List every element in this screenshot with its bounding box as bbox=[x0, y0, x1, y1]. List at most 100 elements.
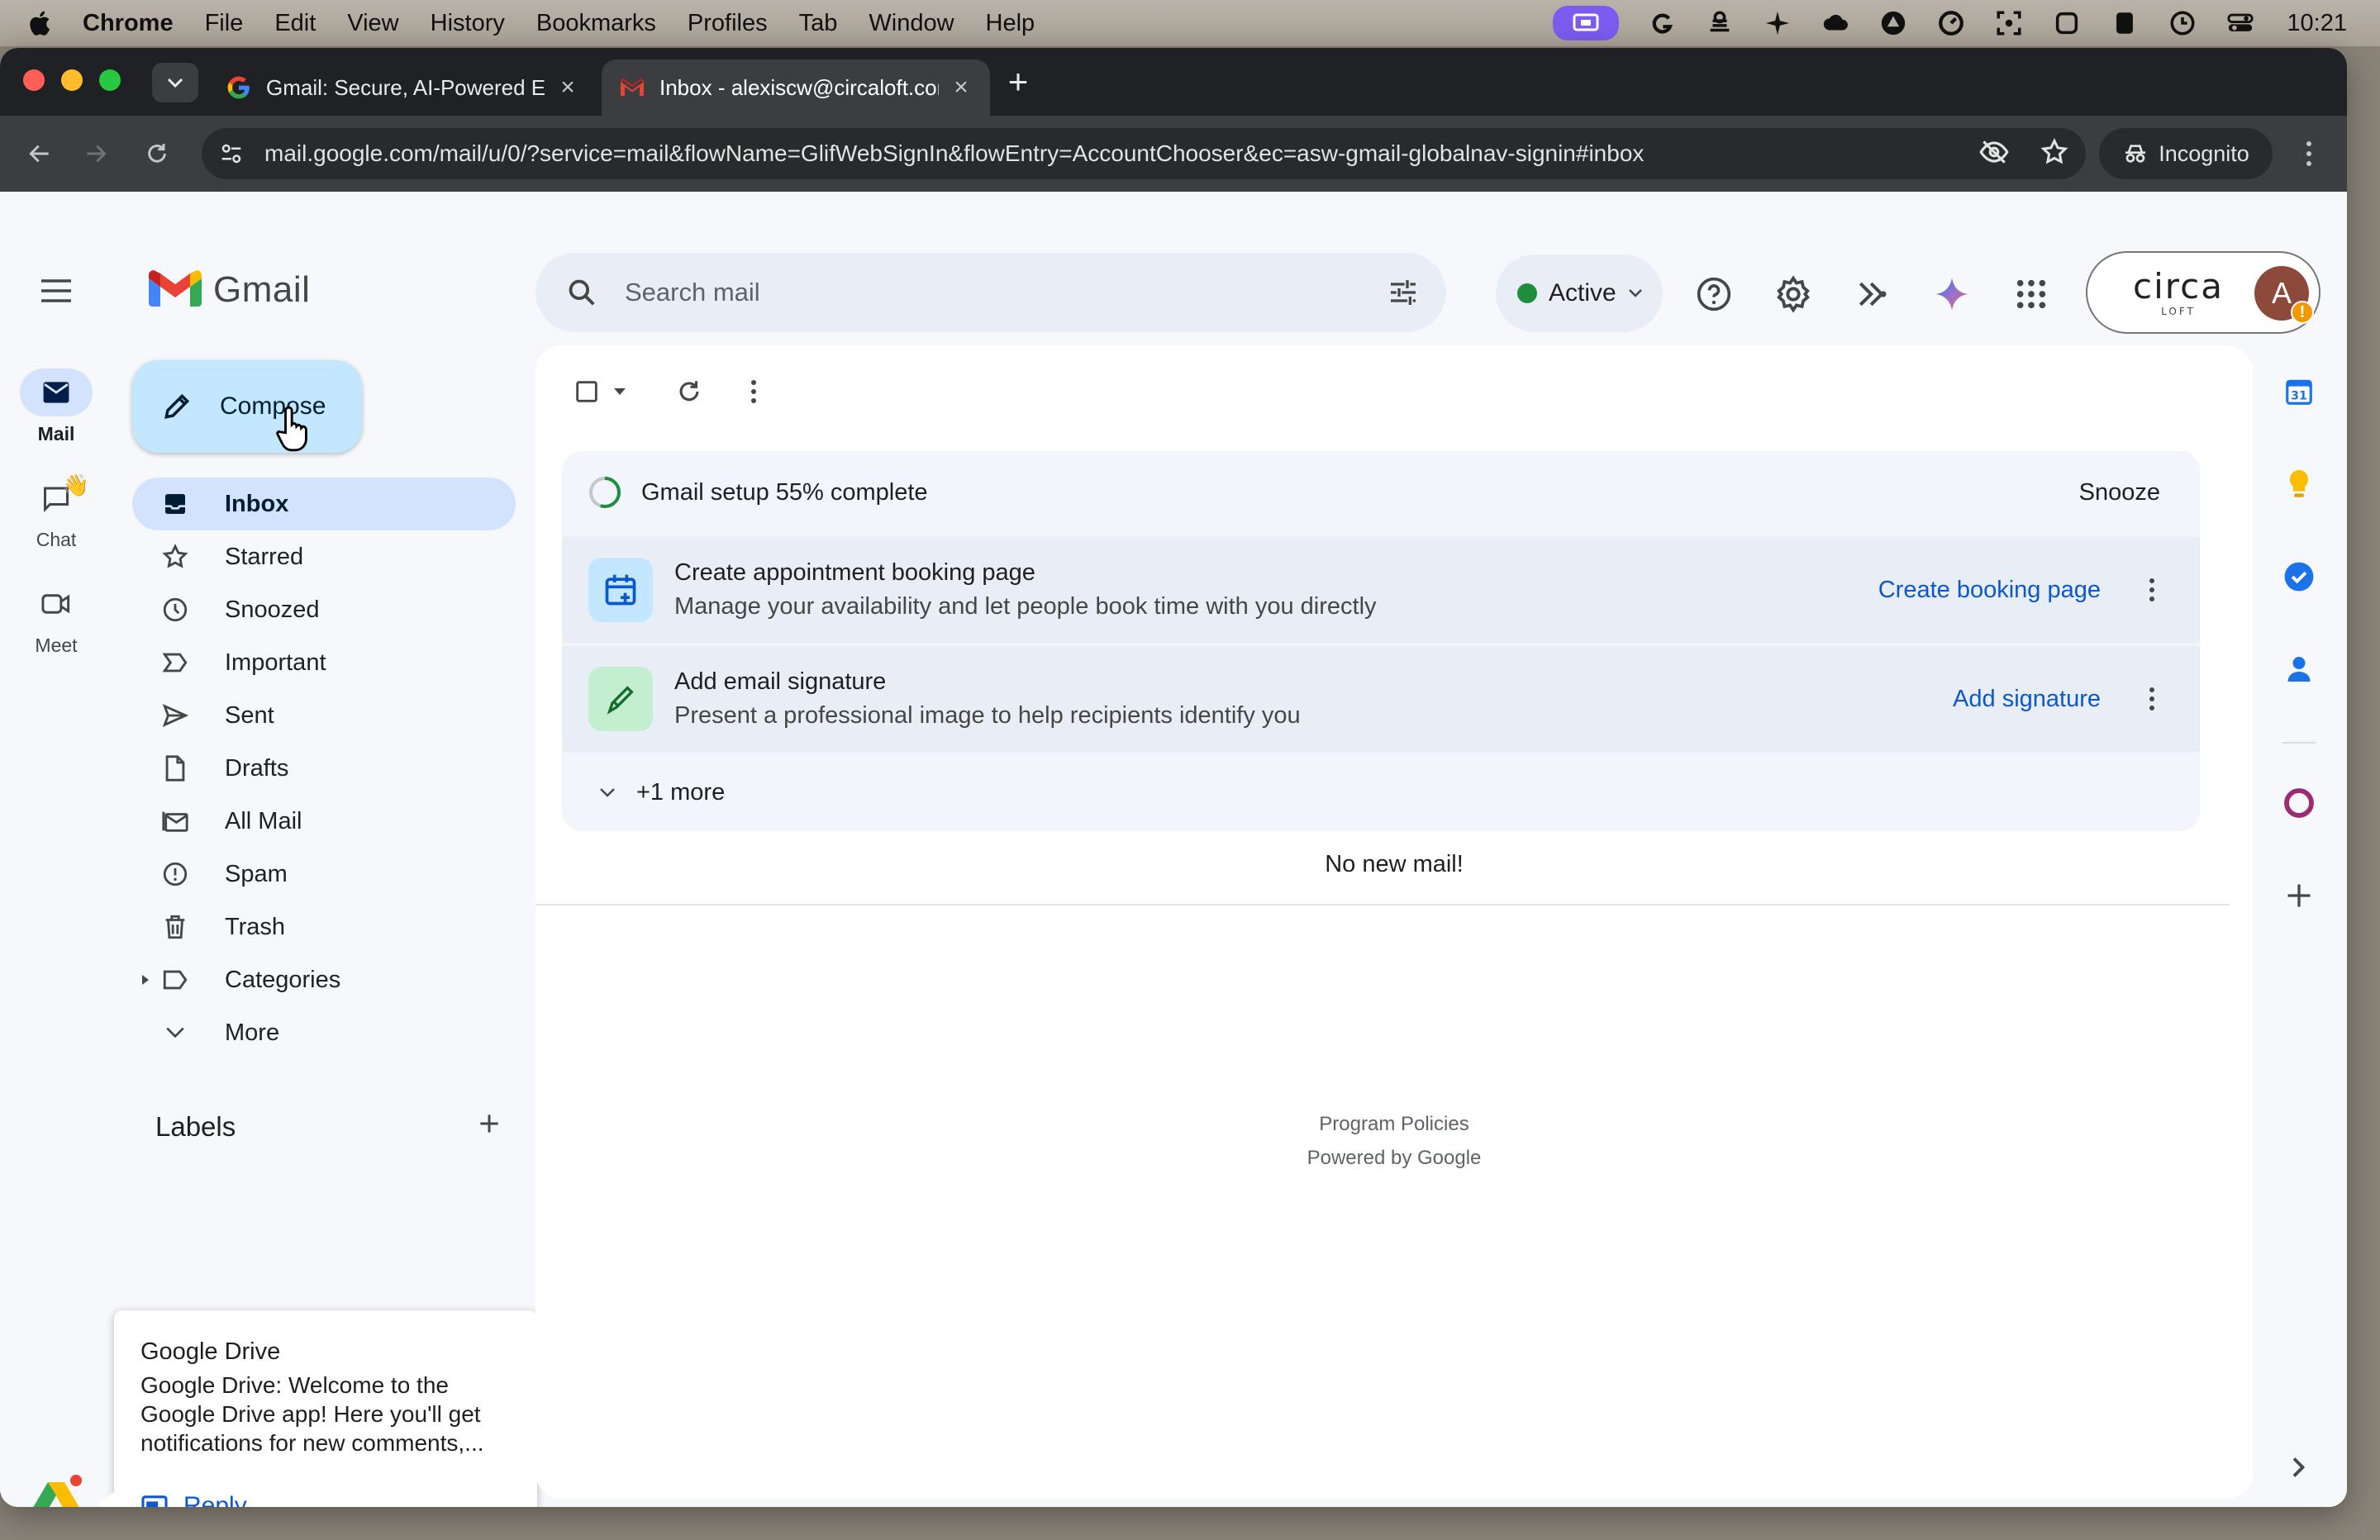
rail-chat[interactable]: 👋 Chat bbox=[8, 473, 104, 551]
menu-help[interactable]: Help bbox=[986, 10, 1035, 37]
contacts-icon[interactable] bbox=[2279, 649, 2319, 689]
nav-spam[interactable]: Spam bbox=[132, 848, 516, 901]
menu-view[interactable]: View bbox=[347, 10, 398, 37]
close-window-button[interactable] bbox=[23, 69, 45, 91]
search-input[interactable] bbox=[625, 278, 1335, 307]
get-addons-button[interactable] bbox=[2279, 876, 2319, 915]
menu-history[interactable]: History bbox=[431, 10, 505, 37]
search-options-icon[interactable] bbox=[1383, 273, 1423, 312]
nav-categories[interactable]: Categories bbox=[132, 953, 516, 1006]
gemini-features-button[interactable] bbox=[1851, 273, 1894, 316]
forward-button[interactable] bbox=[76, 134, 116, 173]
nav-drafts[interactable]: Drafts bbox=[132, 742, 516, 795]
tab-search-button[interactable] bbox=[152, 63, 198, 102]
timer-icon[interactable] bbox=[1936, 8, 1966, 38]
minimize-window-button[interactable] bbox=[61, 69, 83, 91]
google-drive-menubar-icon[interactable] bbox=[1878, 8, 1908, 38]
address-bar[interactable]: mail.google.com/mail/u/0/?service=mail&f… bbox=[202, 128, 2086, 179]
side-panel-divider bbox=[2282, 742, 2316, 744]
macos-menu-bar: Chrome File Edit View History Bookmarks … bbox=[0, 0, 2380, 46]
grammarly-icon[interactable] bbox=[1647, 8, 1677, 38]
menu-tab[interactable]: Tab bbox=[799, 10, 838, 37]
more-actions-button[interactable] bbox=[732, 370, 775, 413]
screenshot-icon[interactable] bbox=[1994, 8, 2024, 38]
clock-time[interactable]: 10:21 bbox=[2287, 10, 2347, 37]
apple-logo-icon[interactable] bbox=[26, 9, 64, 37]
main-panel: Gmail setup 55% complete Snooze Create a… bbox=[536, 345, 2253, 1499]
clipboard-icon[interactable] bbox=[2052, 8, 2082, 38]
site-info-icon[interactable] bbox=[213, 135, 250, 172]
refresh-button[interactable] bbox=[668, 370, 711, 413]
select-all-checkbox[interactable] bbox=[565, 370, 608, 413]
battery-app-icon[interactable] bbox=[2110, 8, 2140, 38]
addon-circle-icon[interactable] bbox=[2279, 783, 2319, 823]
nav-inbox[interactable]: Inbox bbox=[132, 478, 516, 530]
back-button[interactable] bbox=[20, 134, 60, 173]
settings-button[interactable] bbox=[1772, 273, 1815, 316]
reply-button[interactable]: Reply bbox=[140, 1492, 247, 1507]
eye-off-icon[interactable] bbox=[1978, 136, 2010, 172]
nav-more[interactable]: More bbox=[132, 1006, 516, 1059]
gemini-button[interactable] bbox=[1930, 273, 1973, 316]
menu-profiles[interactable]: Profiles bbox=[688, 10, 768, 37]
add-label-button[interactable] bbox=[476, 1110, 502, 1143]
menu-edit[interactable]: Edit bbox=[274, 10, 316, 37]
nav-trash[interactable]: Trash bbox=[132, 901, 516, 953]
more-label: +1 more bbox=[636, 778, 726, 806]
gear-icon bbox=[1777, 275, 1810, 313]
task-options-button[interactable] bbox=[2135, 570, 2168, 610]
nav-all-mail[interactable]: All Mail bbox=[132, 795, 516, 848]
time-machine-icon[interactable] bbox=[2168, 8, 2197, 38]
avatar[interactable]: A ! bbox=[2254, 266, 2314, 324]
menu-app-name[interactable]: Chrome bbox=[83, 10, 174, 37]
nav-sent[interactable]: Sent bbox=[132, 689, 516, 742]
nav-snoozed[interactable]: Snoozed bbox=[132, 583, 516, 636]
select-options-dropdown[interactable] bbox=[608, 370, 631, 413]
compose-button[interactable]: Compose bbox=[132, 360, 362, 453]
menu-bookmarks[interactable]: Bookmarks bbox=[536, 10, 656, 37]
tasks-icon[interactable] bbox=[2279, 557, 2319, 597]
new-tab-button[interactable]: + bbox=[1000, 64, 1036, 101]
task-options-button[interactable] bbox=[2135, 679, 2168, 719]
close-tab-icon[interactable]: × bbox=[555, 75, 580, 100]
add-signature-button[interactable]: Add signature bbox=[1953, 686, 2101, 713]
tab-gmail-signin[interactable]: Gmail: Secure, AI-Powered Email × bbox=[208, 59, 597, 116]
sparkle-icon[interactable] bbox=[1763, 8, 1792, 38]
keep-icon[interactable] bbox=[2279, 464, 2319, 504]
rail-mail[interactable]: Mail bbox=[8, 368, 104, 445]
nav-important[interactable]: Important bbox=[132, 636, 516, 689]
google-drive-icon[interactable] bbox=[31, 1474, 84, 1507]
create-booking-page-button[interactable]: Create booking page bbox=[1878, 577, 2101, 604]
maximize-window-button[interactable] bbox=[99, 69, 121, 91]
rail-meet[interactable]: Meet bbox=[8, 580, 104, 657]
gmail-logo[interactable]: Gmail bbox=[149, 269, 310, 311]
program-policies-link[interactable]: Program Policies bbox=[536, 1107, 2253, 1141]
url-text[interactable]: mail.google.com/mail/u/0/?service=mail&f… bbox=[264, 140, 1644, 167]
signature-pen-icon bbox=[588, 667, 653, 731]
menu-window[interactable]: Window bbox=[869, 10, 954, 37]
support-button[interactable] bbox=[1692, 273, 1735, 316]
incognito-badge[interactable]: Incognito bbox=[2099, 128, 2273, 179]
close-tab-icon[interactable]: × bbox=[949, 75, 973, 100]
nav-starred[interactable]: Starred bbox=[132, 530, 516, 583]
calendar-icon[interactable]: 31 bbox=[2279, 372, 2319, 411]
screen-share-icon[interactable] bbox=[1553, 6, 1620, 40]
cloud-sync-icon[interactable] bbox=[1705, 8, 1735, 38]
creative-cloud-icon[interactable] bbox=[1821, 8, 1850, 38]
more-vert-icon bbox=[751, 380, 756, 403]
status-selector[interactable]: Active bbox=[1496, 254, 1663, 332]
search-icon[interactable] bbox=[562, 273, 602, 312]
bookmark-star-icon[interactable] bbox=[2040, 137, 2069, 171]
hide-side-panel-button[interactable] bbox=[2279, 1447, 2319, 1487]
incognito-label: Incognito bbox=[2159, 140, 2249, 166]
tab-gmail-inbox[interactable]: Inbox - alexiscw@circaloft.com × bbox=[602, 59, 990, 116]
reload-button[interactable] bbox=[137, 134, 177, 173]
snooze-button[interactable]: Snooze bbox=[2079, 479, 2160, 506]
control-center-icon[interactable] bbox=[2225, 8, 2255, 38]
main-menu-button[interactable] bbox=[35, 269, 78, 312]
show-more-tasks[interactable]: +1 more bbox=[562, 752, 2200, 831]
chrome-menu-button[interactable] bbox=[2292, 134, 2325, 173]
account-switcher[interactable]: circa LOFT A ! bbox=[2086, 251, 2320, 334]
google-apps-button[interactable] bbox=[2010, 273, 2053, 316]
menu-file[interactable]: File bbox=[205, 10, 244, 37]
